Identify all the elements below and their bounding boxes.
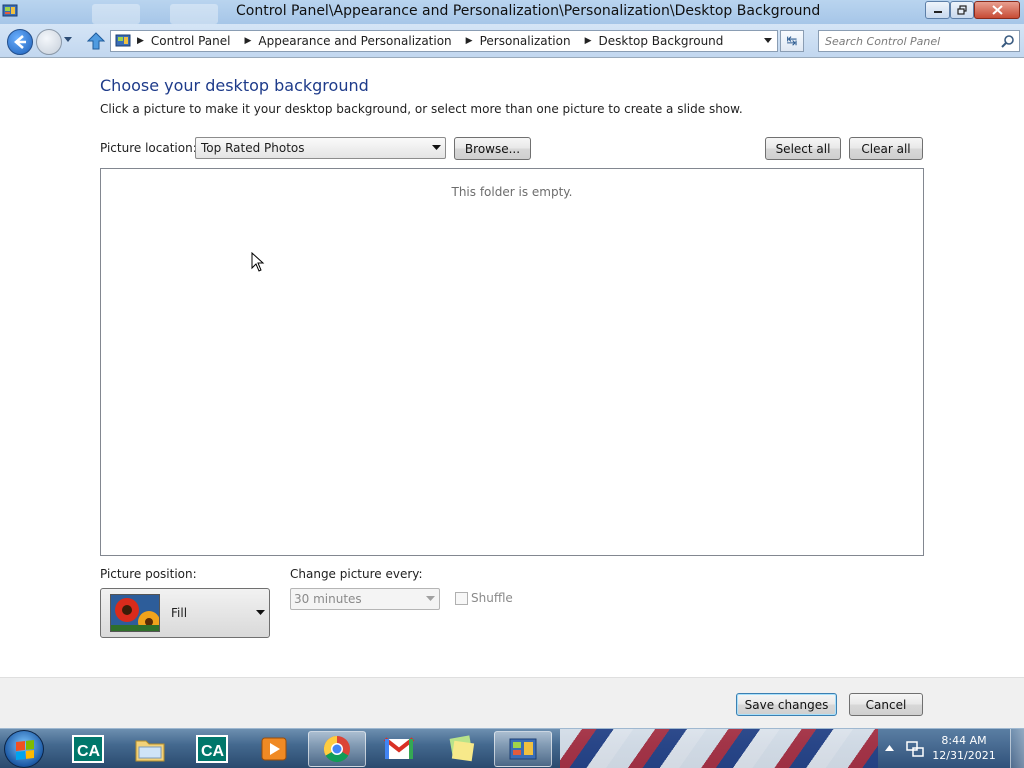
change-picture-label: Change picture every: <box>290 567 423 581</box>
forward-button[interactable] <box>36 29 62 55</box>
background-ghost <box>92 4 140 24</box>
taskbar-background-art <box>560 729 880 768</box>
picture-location-dropdown[interactable]: Top Rated Photos <box>195 137 446 159</box>
chrome-icon <box>323 735 350 763</box>
breadcrumb-appearance[interactable]: ▶ Appearance and Personalization <box>245 34 452 48</box>
windows-logo-icon <box>16 740 34 760</box>
minimize-icon <box>933 11 942 13</box>
show-desktop-button[interactable] <box>1010 729 1024 768</box>
select-all-button[interactable]: Select all <box>765 137 841 160</box>
folder-icon <box>135 740 165 762</box>
sticky-notes-icon <box>449 735 475 762</box>
chevron-right-icon: ▶ <box>244 36 252 46</box>
chevron-right-icon: ▶ <box>137 36 144 46</box>
page-title: Choose your desktop background <box>100 76 369 95</box>
svg-text:CA: CA <box>201 743 225 760</box>
page-description: Click a picture to make it your desktop … <box>100 102 743 116</box>
mouse-cursor-icon <box>251 252 265 272</box>
background-ghost <box>170 4 218 24</box>
taskbar-file-explorer[interactable] <box>121 731 179 767</box>
network-icon[interactable] <box>906 740 924 758</box>
credit-agricole-icon: CA <box>196 735 228 763</box>
taskbar: CA CA 8:44 AM 12/31/2021 <box>0 728 1024 768</box>
picture-list[interactable]: This folder is empty. <box>100 168 924 556</box>
flower-preview-image <box>111 595 159 631</box>
picture-location-value: Top Rated Photos <box>201 141 305 155</box>
chevron-down-icon <box>432 145 441 150</box>
taskbar-chrome[interactable] <box>308 731 366 767</box>
content-area: Choose your desktop background Click a p… <box>0 59 1024 677</box>
close-icon <box>991 5 1003 15</box>
chevron-right-icon: ▶ <box>465 36 473 46</box>
change-picture-dropdown[interactable]: 30 minutes <box>290 588 440 610</box>
picture-position-value: Fill <box>171 606 188 620</box>
media-player-icon <box>261 737 287 761</box>
search-icon[interactable] <box>1001 34 1015 48</box>
chevron-down-icon <box>256 610 265 615</box>
control-panel-icon <box>115 34 131 47</box>
clock-time: 8:44 AM <box>941 734 987 747</box>
shuffle-checkbox[interactable]: Shuffle <box>455 591 513 605</box>
restore-button[interactable] <box>950 1 974 19</box>
taskbar-credit-agricole-2[interactable]: CA <box>183 731 241 767</box>
control-panel-icon <box>509 738 537 760</box>
cancel-button[interactable]: Cancel <box>849 693 923 716</box>
dialog-footer: Save changes Cancel <box>0 677 1024 728</box>
browse-button[interactable]: Browse... <box>454 137 531 160</box>
taskbar-credit-agricole[interactable]: CA <box>59 731 117 767</box>
search-box[interactable] <box>818 30 1020 52</box>
refresh-icon: ↹ <box>786 33 798 49</box>
system-clock[interactable]: 8:44 AM 12/31/2021 <box>928 733 1000 763</box>
up-arrow-icon[interactable] <box>87 32 105 50</box>
shuffle-label: Shuffle <box>471 591 513 605</box>
taskbar-sticky-notes[interactable] <box>432 731 490 767</box>
minimize-button[interactable] <box>925 1 950 19</box>
gmail-icon <box>383 737 415 759</box>
window-title: Control Panel\Appearance and Personaliza… <box>236 3 821 19</box>
clock-date: 12/31/2021 <box>932 749 996 762</box>
address-dropdown-icon[interactable] <box>763 37 773 45</box>
title-bar: Control Panel\Appearance and Personaliza… <box>0 0 1024 24</box>
breadcrumb-personalization[interactable]: ▶ Personalization <box>466 34 571 48</box>
change-picture-value: 30 minutes <box>294 592 362 606</box>
arrow-left-icon <box>14 35 26 49</box>
navigation-bar: ▶ Control Panel ▶ Appearance and Personali… <box>0 24 1024 58</box>
checkbox-box[interactable] <box>455 591 468 605</box>
breadcrumb-desktop-background[interactable]: ▶ Desktop Background <box>585 34 724 48</box>
taskbar-media-player[interactable] <box>245 731 303 767</box>
clear-all-button[interactable]: Clear all <box>849 137 923 160</box>
taskbar-gmail[interactable] <box>370 731 428 767</box>
address-bar[interactable]: ▶ Control Panel ▶ Appearance and Personali… <box>110 30 778 52</box>
taskbar-control-panel[interactable] <box>494 731 552 767</box>
picture-location-label: Picture location: <box>100 141 197 155</box>
refresh-button[interactable]: ↹ <box>780 30 804 52</box>
svg-text:CA: CA <box>77 743 101 760</box>
show-hidden-icons-icon[interactable] <box>885 745 894 751</box>
start-button[interactable] <box>4 730 44 768</box>
empty-folder-message: This folder is empty. <box>451 185 573 199</box>
save-changes-button[interactable]: Save changes <box>736 693 837 716</box>
chevron-right-icon: ▶ <box>584 36 592 46</box>
picture-position-label: Picture position: <box>100 567 197 581</box>
back-button[interactable] <box>7 29 33 55</box>
close-button[interactable] <box>974 1 1020 19</box>
picture-position-dropdown[interactable]: Fill <box>100 588 270 638</box>
fill-preview-thumbnail <box>110 594 160 632</box>
breadcrumb-control-panel[interactable]: ▶ Control Panel <box>137 34 231 48</box>
restore-icon <box>957 5 967 15</box>
chevron-down-icon <box>426 596 435 601</box>
search-input[interactable] <box>819 31 995 51</box>
history-dropdown-icon[interactable] <box>63 36 73 44</box>
control-panel-icon <box>2 4 18 17</box>
credit-agricole-icon: CA <box>72 735 104 763</box>
